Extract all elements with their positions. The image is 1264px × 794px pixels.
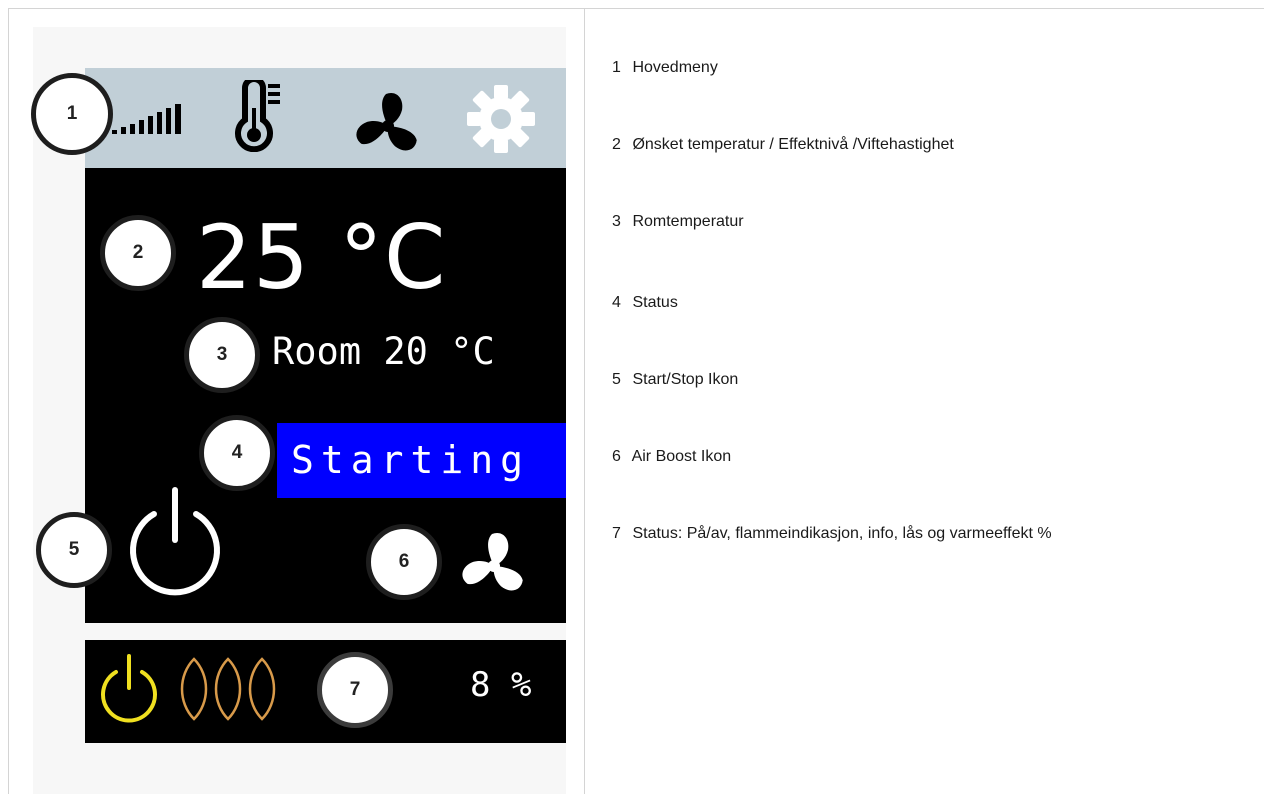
flame-indicator-icon xyxy=(180,657,276,721)
power-button-icon[interactable] xyxy=(122,484,228,596)
legend-item-3: 3 Romtemperatur xyxy=(612,213,744,230)
callout-5: 5 xyxy=(36,512,112,588)
room-temperature: Room 20 °C xyxy=(272,330,495,373)
legend-item-1: 1 Hovedmeny xyxy=(612,59,718,76)
air-boost-icon[interactable] xyxy=(456,528,532,604)
callout-1: 1 xyxy=(31,73,113,155)
set-temperature[interactable]: 25 °C xyxy=(196,208,446,308)
thermometer-icon[interactable] xyxy=(232,80,282,152)
signal-level-icon[interactable] xyxy=(112,100,188,136)
status-indicator: Starting xyxy=(277,423,566,498)
legend-item-2: 2 Ønsket temperatur / Effektnivå /Vifteh… xyxy=(612,136,954,153)
fan-icon[interactable] xyxy=(350,88,426,164)
power-status-icon xyxy=(101,654,157,723)
legend-item-7: 7 Status: På/av, flammeindikasjon, info,… xyxy=(612,525,1052,542)
callout-4: 4 xyxy=(199,415,275,491)
legend-item-5: 5 Start/Stop Ikon xyxy=(612,371,739,388)
heat-output-percent: 8 % xyxy=(470,665,532,705)
gear-icon[interactable] xyxy=(466,84,536,154)
callout-2: 2 xyxy=(100,215,176,291)
column-divider xyxy=(584,8,585,794)
legend-item-4: 4 Status xyxy=(612,294,678,311)
callout-6: 6 xyxy=(366,524,442,600)
legend-item-6: 6 Air Boost Ikon xyxy=(612,448,732,465)
callout-3: 3 xyxy=(184,317,260,393)
callout-7: 7 xyxy=(317,652,393,728)
